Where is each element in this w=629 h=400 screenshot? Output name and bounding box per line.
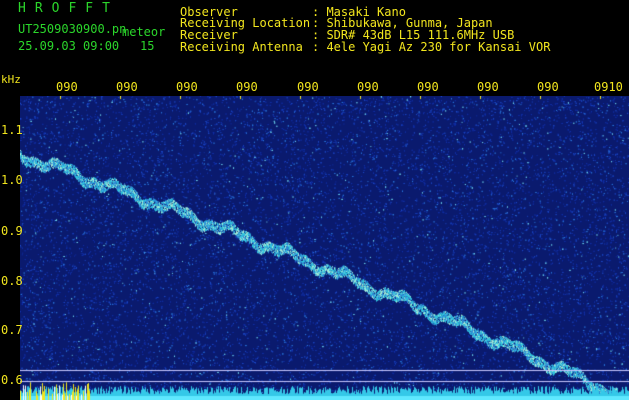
time-tick: 090 (116, 80, 138, 94)
time-tick: 090 (297, 80, 319, 94)
datetime: 25.09.03 09:00 (18, 39, 120, 53)
freq-tick: 0.7 (1, 323, 23, 337)
freq-tick: 1.0 (1, 173, 23, 187)
freq-tick: 1.1 (1, 123, 23, 137)
spectrogram-plot (20, 96, 629, 400)
time-tick: 090 (357, 80, 379, 94)
time-tick: 090 (236, 80, 258, 94)
antenna-label: Receiving Antenna (180, 40, 303, 54)
time-tick: 090 (537, 80, 559, 94)
app-title: HROFFT (18, 1, 119, 16)
header: HROFFT UT2509030900.pn meteor 25.09.03 0… (0, 0, 629, 76)
freq-tick: 0.9 (1, 224, 23, 238)
time-tick: 0910 (594, 80, 623, 94)
time-tick: 090 (56, 80, 78, 94)
time-tick: 090 (176, 80, 198, 94)
count: 15 (140, 39, 155, 53)
time-tick: 090 (417, 80, 439, 94)
spectrogram-canvas (20, 96, 629, 400)
freq-tick: 0.6 (1, 373, 23, 387)
freq-tick: 0.8 (1, 274, 23, 288)
file-sub-label: meteor (122, 25, 166, 39)
file-name: UT2509030900.pn (18, 22, 127, 36)
freq-unit-label: kHz (1, 73, 21, 86)
time-tick: 090 (477, 80, 499, 94)
antenna-value: : 4ele Yagi Az 230 for Kansai VOR (312, 40, 551, 54)
